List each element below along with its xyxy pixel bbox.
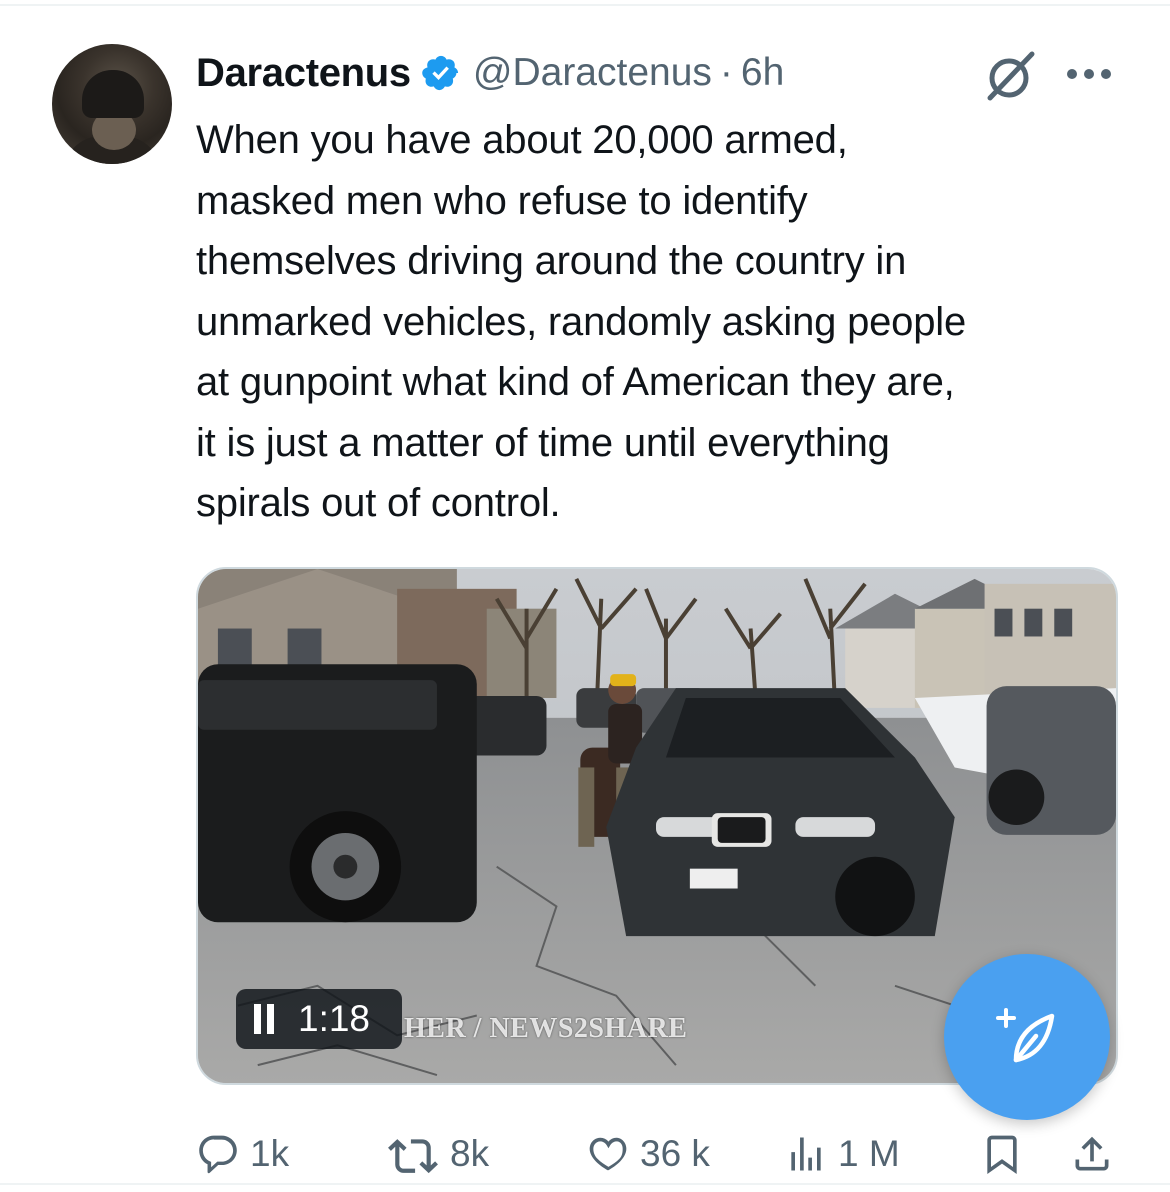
like-button[interactable]: 36 k: [586, 1130, 710, 1178]
verified-badge-icon[interactable]: [421, 53, 461, 93]
reply-count: 1k: [250, 1133, 290, 1174]
top-divider: [0, 0, 1170, 6]
more-dots-icon[interactable]: [1064, 62, 1114, 86]
compose-post-button[interactable]: [944, 954, 1110, 1120]
compose-post-icon: [996, 1008, 1055, 1063]
tweet-text-line: When you have about 20,000 armed,: [196, 118, 848, 162]
header-separator: ·: [719, 51, 733, 94]
tweet-text: When you have about 20,000 armed, masked…: [196, 110, 1136, 534]
bottom-divider: [0, 1183, 1170, 1185]
grok-icon[interactable]: [982, 48, 1038, 104]
pause-icon[interactable]: [254, 1004, 276, 1034]
tweet-text-line: it is just a matter of time until everyt…: [196, 420, 890, 465]
tweet-text-line: masked men who refuse to identify: [196, 178, 808, 223]
tweet-text-line: themselves driving around the country in: [196, 239, 907, 283]
tweet-text-line: spirals out of control.: [196, 481, 561, 525]
author-handle[interactable]: @Daractenus: [473, 51, 712, 95]
tweet-header: Daractenus @Daractenus · 6h: [196, 48, 784, 98]
tweet-actions-bar: 1k 8k 36 k 1 M: [196, 1130, 1126, 1178]
author-avatar[interactable]: [52, 44, 172, 164]
repost-button[interactable]: 8k: [386, 1130, 489, 1178]
repost-count: 8k: [450, 1133, 490, 1174]
video-time-display: 1:18: [298, 998, 371, 1039]
views-chart-icon: [791, 1137, 821, 1171]
bookmark-button[interactable]: [980, 1130, 1024, 1178]
avatar-hat: [82, 70, 144, 118]
author-display-name[interactable]: Daractenus: [196, 51, 411, 96]
video-watermark: HER / NEWS2SHARE: [404, 1013, 688, 1044]
like-count: 36 k: [640, 1133, 710, 1174]
repost-icon: [388, 1139, 438, 1174]
reply-button[interactable]: 1k: [196, 1130, 289, 1178]
video-pause-timer[interactable]: 1:18: [236, 989, 402, 1049]
reply-icon: [199, 1135, 237, 1174]
tweet-text-line: at gunpoint what kind of American they a…: [196, 360, 955, 404]
share-button[interactable]: [1070, 1130, 1114, 1178]
views-count: 1 M: [838, 1133, 900, 1174]
heart-icon: [589, 1137, 627, 1171]
views-button[interactable]: 1 M: [784, 1130, 900, 1178]
bookmark-icon: [987, 1135, 1017, 1175]
share-icon: [1075, 1136, 1109, 1171]
tweet-text-line: unmarked vehicles, randomly asking peopl…: [196, 299, 967, 344]
tweet-timestamp[interactable]: 6h: [741, 51, 784, 95]
